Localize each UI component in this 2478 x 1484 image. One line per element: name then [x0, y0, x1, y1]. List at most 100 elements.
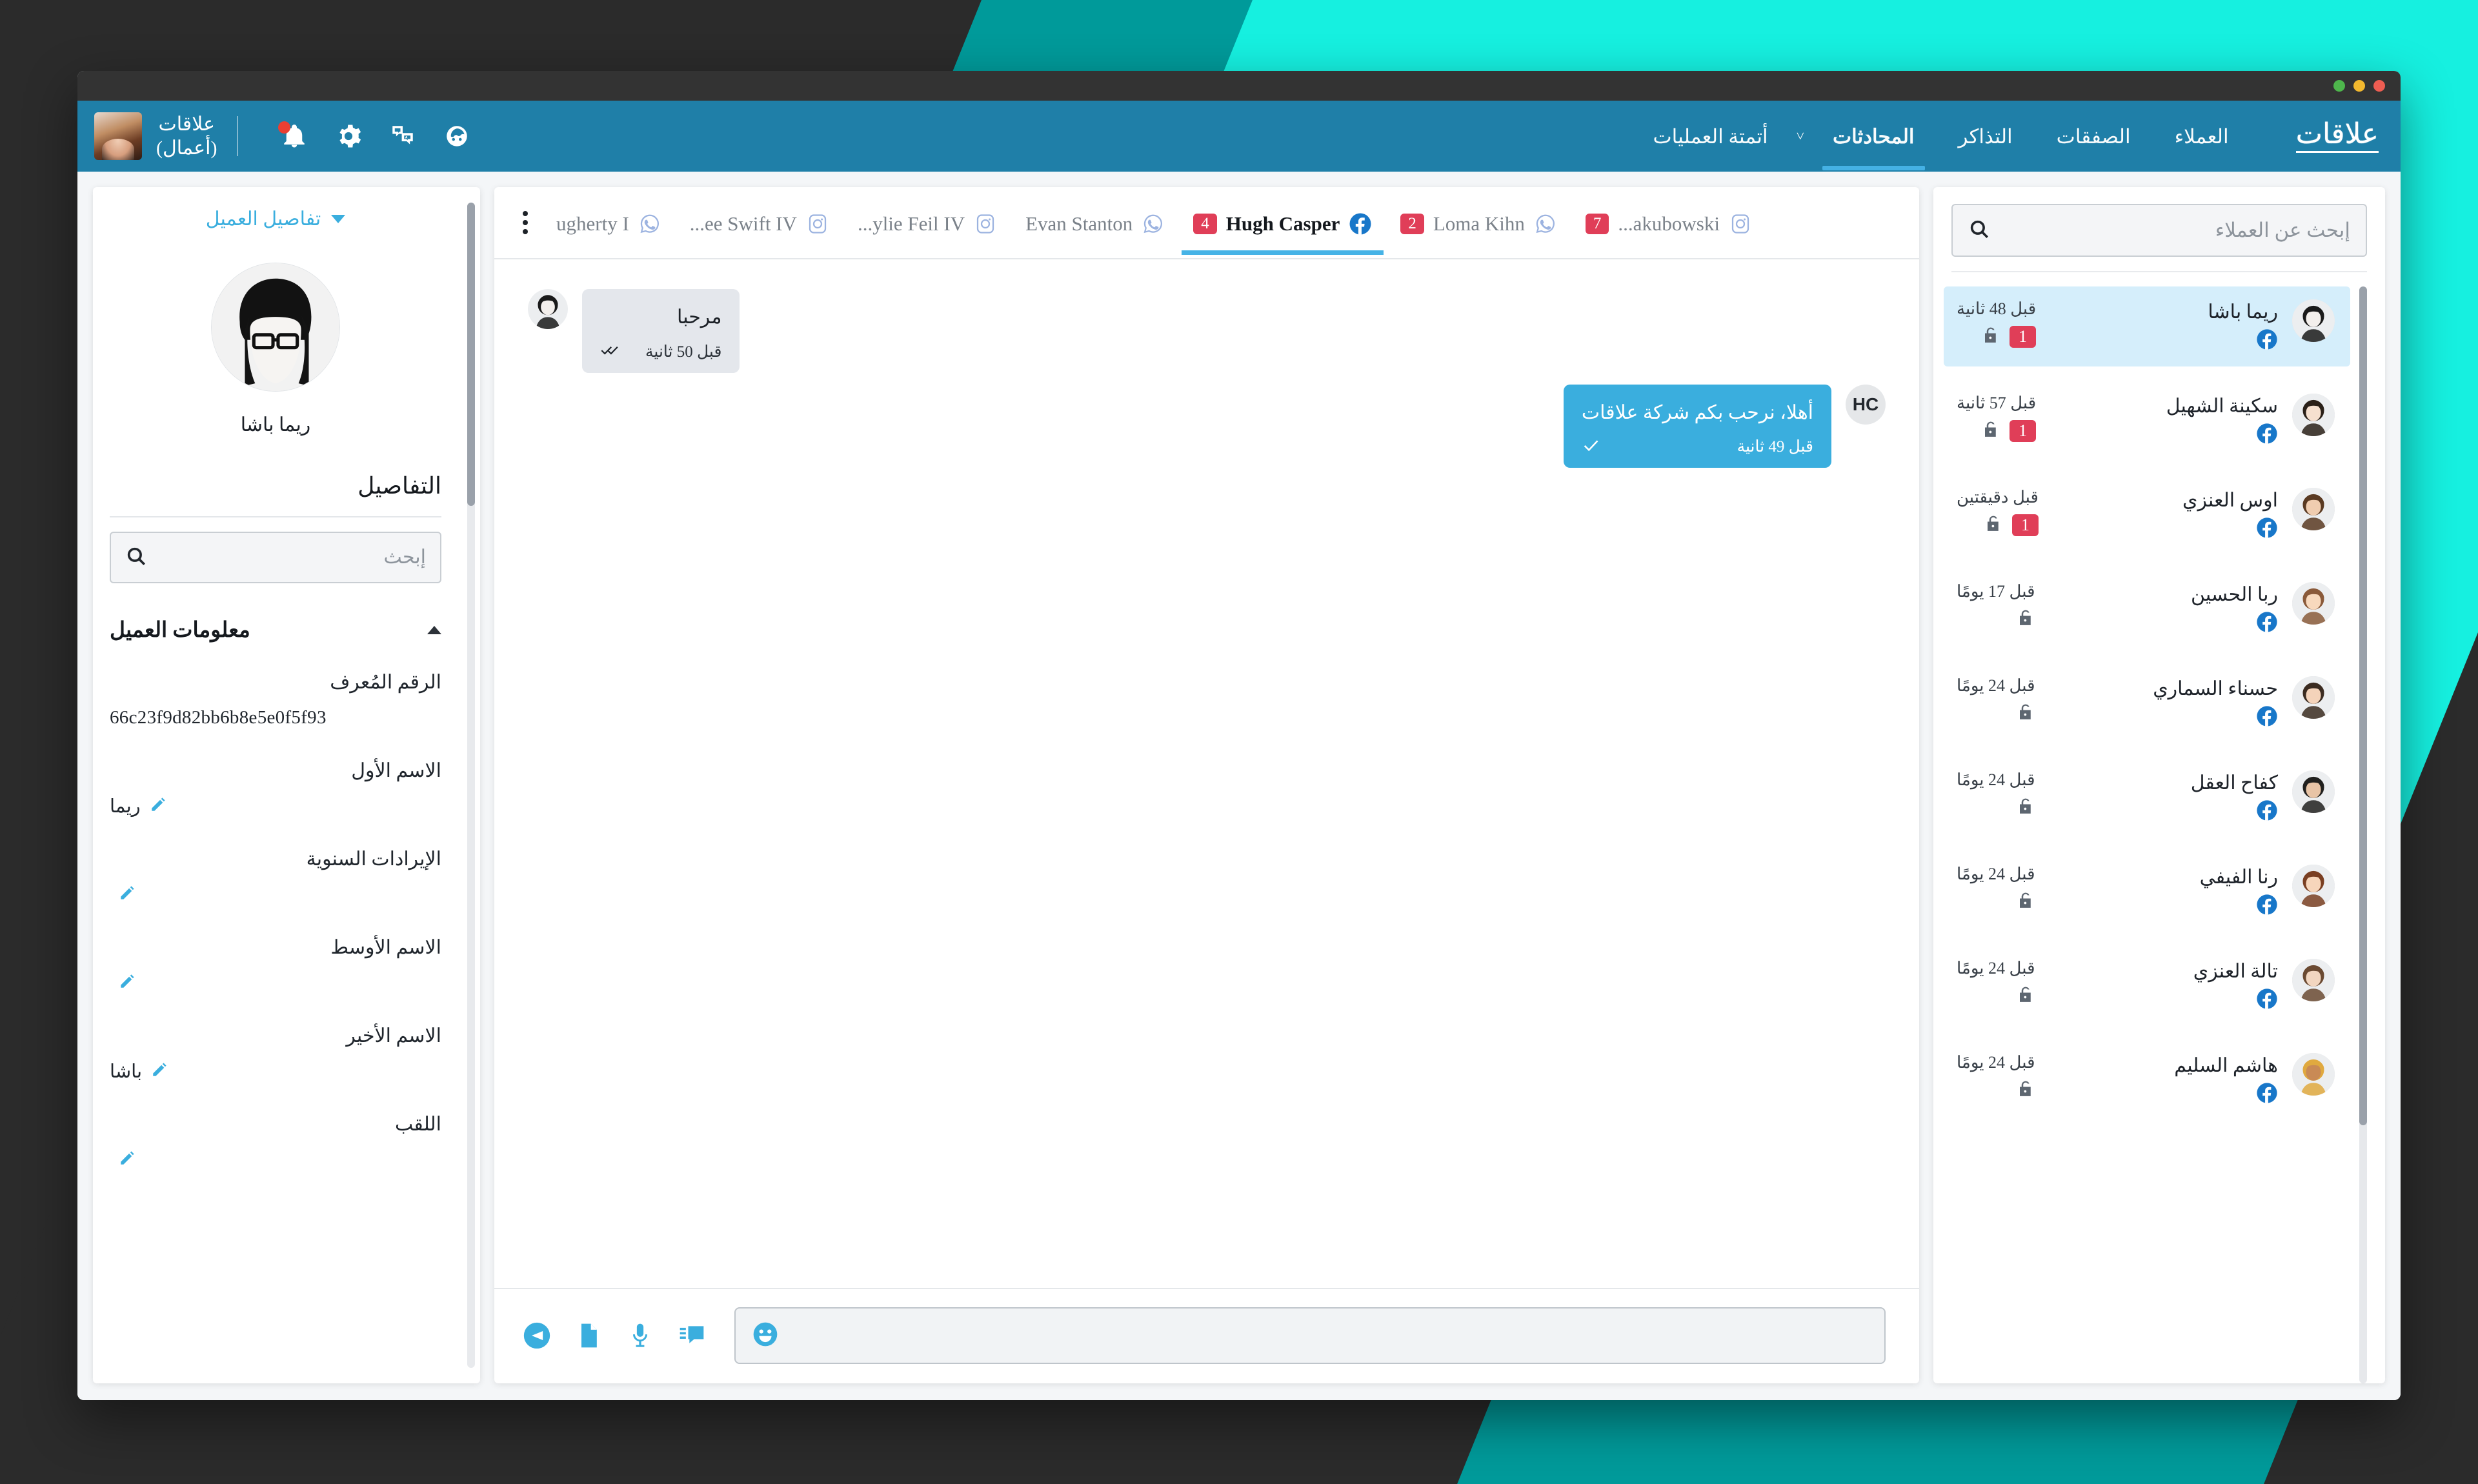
details-scrollbar-thumb[interactable] — [467, 203, 475, 506]
contacts-search-box[interactable] — [1951, 204, 2367, 257]
unlock-icon[interactable] — [2016, 608, 2035, 630]
unlock-icon[interactable] — [1981, 325, 2000, 348]
contact-row[interactable]: سكينة الشهيل قبل 57 ثانية 1 — [1944, 381, 2350, 461]
customer-field-value: ريما — [110, 796, 141, 817]
facebook-icon — [2200, 894, 2278, 919]
customer-field: الاسم الأول ريما — [110, 759, 441, 819]
contact-row[interactable]: حسناء السماري قبل 24 يومًا — [1944, 663, 2350, 743]
attach-file-icon[interactable] — [573, 1320, 604, 1351]
canned-response-icon[interactable] — [676, 1320, 707, 1351]
emoji-icon[interactable] — [751, 1320, 780, 1352]
details-heading-rule — [110, 516, 441, 517]
chat-tab[interactable]: ugherty I — [542, 190, 676, 255]
chatbot-face-icon[interactable] — [442, 121, 472, 151]
contact-avatar — [2292, 865, 2335, 907]
chat-tab[interactable]: Evan Stanton — [1011, 190, 1179, 255]
contact-timestamp: قبل 24 يومًا — [1957, 676, 2035, 695]
nav-item-customers[interactable]: العملاء — [2153, 102, 2251, 170]
facebook-icon — [2191, 611, 2278, 636]
chat-tab[interactable]: ...ee Swift IV — [676, 190, 843, 255]
contact-avatar — [2292, 770, 2335, 813]
message-timestamp: قبل 49 ثانية — [1737, 438, 1813, 456]
edit-pencil-icon[interactable] — [119, 1150, 136, 1170]
nav-item-conversations[interactable]: المحادثات — [1811, 102, 1937, 170]
send-icon[interactable] — [521, 1320, 552, 1351]
contact-timestamp: قبل دقيقتين — [1957, 488, 2039, 506]
chevron-down-icon[interactable]: ˅ — [1790, 128, 1811, 145]
more-options-icon[interactable] — [509, 211, 542, 234]
contacts-scrollbar-thumb[interactable] — [2359, 286, 2367, 1125]
customer-field-label: اللقب — [394, 1114, 441, 1135]
unlock-icon[interactable] — [2016, 890, 2035, 913]
contact-timestamp: قبل 17 يومًا — [1957, 582, 2035, 601]
details-search-input[interactable] — [147, 546, 426, 568]
customer-avatar-image — [212, 263, 339, 391]
contact-avatar — [2292, 488, 2335, 530]
chat-tab[interactable]: ...ylie Feil IV — [843, 190, 1011, 255]
chat-tab[interactable]: 2 Loma Kihn — [1386, 190, 1571, 255]
single-check-icon — [1582, 438, 1604, 456]
facebook-icon — [2191, 799, 2278, 825]
instagram-icon — [1729, 212, 1752, 236]
contact-row[interactable]: تالة العنزي قبل 24 يومًا — [1944, 946, 2350, 1026]
window-maximize-button[interactable] — [2333, 80, 2345, 92]
contacts-search-input[interactable] — [1990, 219, 2350, 242]
contact-row[interactable]: ريما باشا قبل 48 ثانية 1 — [1944, 286, 2350, 366]
nav-item-deals[interactable]: الصفقات — [2035, 102, 2153, 170]
contact-name: حسناء السماري — [2153, 678, 2278, 699]
contact-row[interactable]: اوس العنزي قبل دقيقتين 1 — [1944, 475, 2350, 555]
customer-details-toggle[interactable]: تفاصيل العميل — [110, 203, 441, 245]
unlock-icon[interactable] — [2016, 985, 2035, 1007]
contact-timestamp: قبل 48 ثانية — [1957, 299, 2037, 318]
message-input[interactable] — [780, 1325, 1869, 1347]
contact-row[interactable]: هاشم السليم قبل 24 يومًا — [1944, 1040, 2350, 1120]
contacts-scrollbar[interactable] — [2359, 286, 2367, 1383]
header-user-chip[interactable]: علاقات (أعمال) — [94, 112, 217, 161]
translate-icon[interactable] — [388, 121, 418, 151]
message-text: أهلا، نرحب بكم شركة علاقات — [1581, 401, 1813, 423]
composer-actions — [521, 1320, 707, 1351]
edit-pencil-icon[interactable] — [151, 1061, 168, 1081]
notifications-badge-dot — [277, 121, 290, 134]
edit-pencil-icon[interactable] — [119, 885, 136, 905]
message-input-wrap[interactable] — [734, 1307, 1886, 1364]
unlock-icon[interactable] — [2016, 1079, 2035, 1101]
contact-row[interactable]: رنا الفيفي قبل 24 يومًا — [1944, 852, 2350, 932]
chat-tab-label: ugherty I — [556, 212, 629, 235]
unlock-icon[interactable] — [2016, 702, 2035, 725]
microphone-icon[interactable] — [625, 1320, 656, 1351]
facebook-icon — [2166, 423, 2278, 448]
notifications-icon[interactable] — [277, 121, 309, 151]
contact-name: اوس العنزي — [2182, 490, 2278, 511]
message-avatar: HC — [1846, 384, 1886, 425]
window-close-button[interactable] — [2373, 80, 2385, 92]
header-user-avatar[interactable] — [94, 112, 142, 160]
settings-gear-icon[interactable] — [334, 121, 363, 151]
main-content: ريما باشا قبل 48 ثانية 1 سكينة الشهيل قبل 57… — [77, 172, 2401, 1400]
contact-row[interactable]: ربا الحسين قبل 17 يومًا — [1944, 569, 2350, 649]
chat-tab-label: ...ee Swift IV — [689, 212, 797, 235]
customer-field: الرقم المُعرف 66c23f9d82bb6b8e5e0f5f93 — [110, 671, 441, 731]
edit-pencil-icon[interactable] — [150, 796, 166, 816]
nav-label-automation: أتمتة العمليات — [1653, 125, 1768, 148]
window-minimize-button[interactable] — [2353, 80, 2365, 92]
chat-tab[interactable]: 4 Hugh Casper — [1179, 190, 1386, 255]
contact-timestamp: قبل 57 ثانية — [1957, 394, 2037, 412]
unlock-icon[interactable] — [2016, 796, 2035, 819]
details-search-box[interactable] — [110, 532, 441, 583]
contact-row[interactable]: كفاح العقل قبل 24 يومًا — [1944, 757, 2350, 837]
message-bubble: مرحبا قبل 50 ثانية — [582, 289, 740, 373]
customer-field-value: باشا — [110, 1061, 143, 1082]
details-scrollbar[interactable] — [467, 203, 475, 1368]
edit-pencil-icon[interactable] — [119, 973, 136, 993]
customer-info-section-header[interactable]: معلومات العميل — [110, 617, 441, 643]
chat-tab[interactable]: 7 ...akubowski — [1571, 190, 1766, 255]
search-icon — [125, 545, 147, 570]
contact-avatar — [2292, 582, 2335, 625]
nav-item-automation[interactable]: أتمتة العمليات — [1631, 102, 1790, 170]
contact-name: هاشم السليم — [2174, 1055, 2278, 1076]
nav-item-tickets[interactable]: التذاكر — [1937, 102, 2035, 170]
unlock-icon[interactable] — [1984, 514, 2003, 536]
app-logo[interactable]: علاقات — [2295, 119, 2380, 153]
unlock-icon[interactable] — [1981, 419, 2000, 442]
